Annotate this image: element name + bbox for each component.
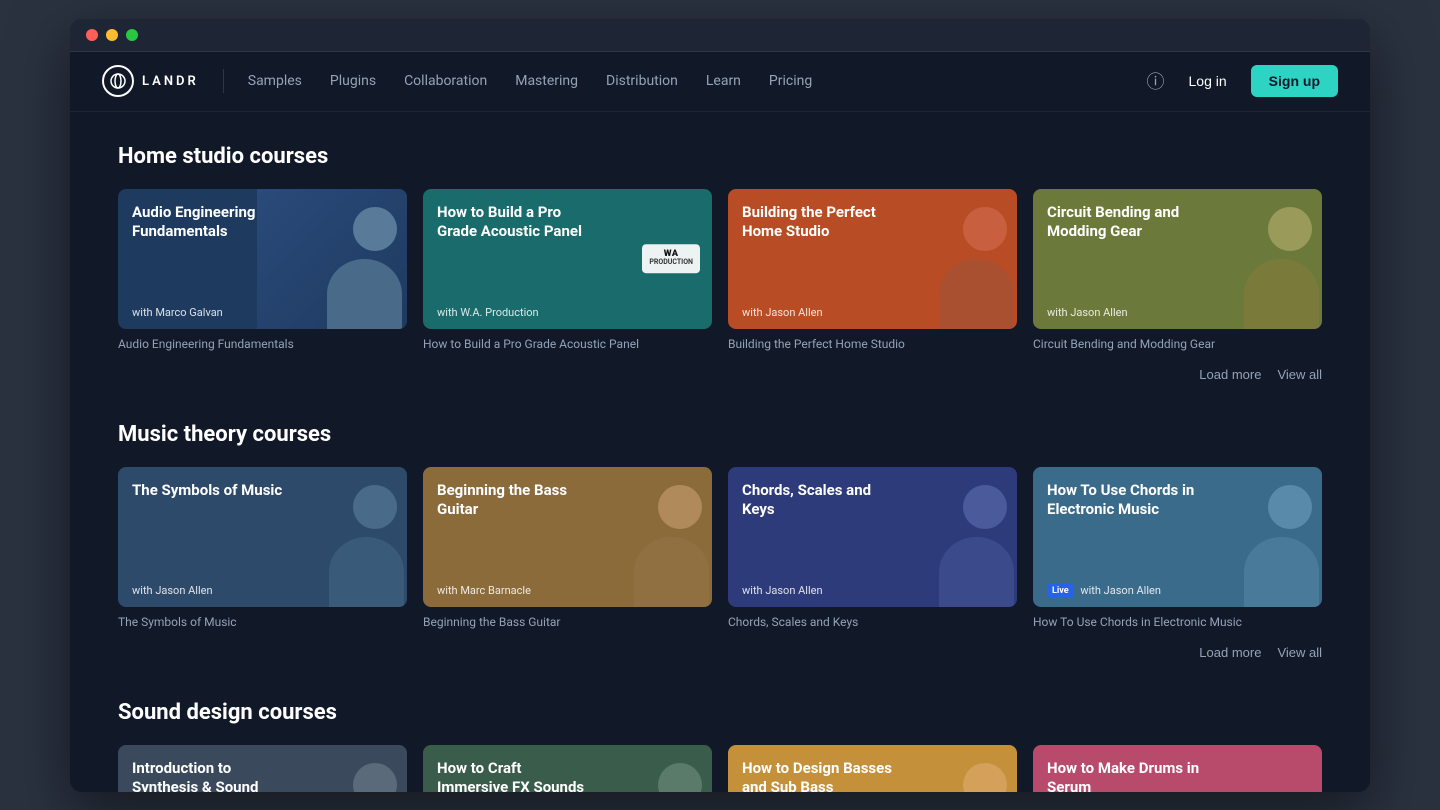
course-thumbnail-acoustic-panel: How to Build a Pro Grade Acoustic Panel … xyxy=(423,189,712,329)
course-card-title: How to Craft Immersive FX Sounds xyxy=(437,759,594,792)
instructor-tag: with Marco Galvan xyxy=(132,306,223,319)
login-button[interactable]: Log in xyxy=(1177,67,1239,95)
course-card-bass-guitar[interactable]: Beginning the Bass Guitar with Marc Barn… xyxy=(423,467,712,629)
course-card-chords-scales[interactable]: Chords, Scales and Keys with Jason Allen… xyxy=(728,467,1017,629)
course-caption: How To Use Chords in Electronic Music xyxy=(1033,615,1322,629)
instructor-tag: with Jason Allen xyxy=(742,306,823,319)
course-caption: Beginning the Bass Guitar xyxy=(423,615,712,629)
course-card-circuit-bending[interactable]: Circuit Bending and Modding Gear with Ja… xyxy=(1033,189,1322,351)
load-more-music-theory[interactable]: Load more xyxy=(1199,645,1261,660)
course-card-chords-electronic[interactable]: How To Use Chords in Electronic Music Li… xyxy=(1033,467,1322,629)
signup-button[interactable]: Sign up xyxy=(1251,65,1338,97)
course-thumbnail: Chords, Scales and Keys with Jason Allen xyxy=(728,467,1017,607)
instructor-tag: with Marc Barnacle xyxy=(437,584,531,597)
course-card-title: Building the Perfect Home Studio xyxy=(742,203,899,242)
courses-grid-home-studio: Audio Engineering Fundamentals with Marc… xyxy=(118,189,1322,351)
course-caption: Building the Perfect Home Studio xyxy=(728,337,1017,351)
section-music-theory: Music theory courses The Symbols of Musi… xyxy=(118,422,1322,660)
course-card-title: Introduction to Synthesis & Sound Design xyxy=(132,759,289,792)
section-sound-design: Sound design courses Introduction to Syn… xyxy=(118,700,1322,792)
course-card-basses[interactable]: How to Design Basses and Sub Bass Live w… xyxy=(728,745,1017,792)
course-thumbnail: How To Use Chords in Electronic Music Li… xyxy=(1033,467,1322,607)
course-card-home-studio[interactable]: Building the Perfect Home Studio with Ja… xyxy=(728,189,1017,351)
instructor-tag: Live with Jason Allen xyxy=(1047,584,1161,597)
course-thumbnail-audio-engineering: Audio Engineering Fundamentals with Marc… xyxy=(118,189,407,329)
course-caption: Chords, Scales and Keys xyxy=(728,615,1017,629)
view-all-music-theory[interactable]: View all xyxy=(1277,645,1322,660)
main-content: Home studio courses Audio Engineering Fu… xyxy=(70,112,1370,792)
navbar: LANDR Samples Plugins Collaboration Mast… xyxy=(70,52,1370,112)
course-card-symbols-of-music[interactable]: The Symbols of Music with Jason Allen Th… xyxy=(118,467,407,629)
nav-collaboration[interactable]: Collaboration xyxy=(404,73,487,89)
course-thumbnail: The Symbols of Music with Jason Allen xyxy=(118,467,407,607)
course-caption: Audio Engineering Fundamentals xyxy=(118,337,407,351)
logo-text: LANDR xyxy=(142,74,199,89)
nav-pricing[interactable]: Pricing xyxy=(769,73,812,89)
section-title-sound-design: Sound design courses xyxy=(118,700,1322,725)
course-card-title: Audio Engineering Fundamentals xyxy=(132,203,289,242)
course-card-acoustic-panel[interactable]: How to Build a Pro Grade Acoustic Panel … xyxy=(423,189,712,351)
course-card-synthesis[interactable]: Introduction to Synthesis & Sound Design… xyxy=(118,745,407,792)
nav-links: Samples Plugins Collaboration Mastering … xyxy=(248,73,1147,89)
course-card-title: How to Design Basses and Sub Bass xyxy=(742,759,899,792)
course-caption: The Symbols of Music xyxy=(118,615,407,629)
course-caption: How to Build a Pro Grade Acoustic Panel xyxy=(423,337,712,351)
live-badge: Live xyxy=(1047,584,1074,598)
course-thumbnail: Beginning the Bass Guitar with Marc Barn… xyxy=(423,467,712,607)
nav-divider xyxy=(223,69,224,93)
course-thumbnail: How to Craft Immersive FX Sounds Live wi… xyxy=(423,745,712,792)
nav-samples[interactable]: Samples xyxy=(248,73,302,89)
course-thumbnail-home-studio: Building the Perfect Home Studio with Ja… xyxy=(728,189,1017,329)
nav-mastering[interactable]: Mastering xyxy=(515,73,578,89)
instructor-tag: with W.A. Production xyxy=(437,306,539,319)
course-card-title: The Symbols of Music xyxy=(132,481,282,501)
course-thumbnail-circuit-bending: Circuit Bending and Modding Gear with Ja… xyxy=(1033,189,1322,329)
course-thumbnail: How to Make Drums in Serum Live with W.A… xyxy=(1033,745,1322,792)
logo[interactable]: LANDR xyxy=(102,65,199,97)
courses-grid-sound-design: Introduction to Synthesis & Sound Design… xyxy=(118,745,1322,792)
nav-learn[interactable]: Learn xyxy=(706,73,741,89)
section-footer-music-theory: Load more View all xyxy=(118,645,1322,660)
instructor-tag: with Jason Allen xyxy=(1047,306,1128,319)
course-card-title: Circuit Bending and Modding Gear xyxy=(1047,203,1204,242)
instructor-tag: with Jason Allen xyxy=(742,584,823,597)
logo-icon xyxy=(102,65,134,97)
section-home-studio: Home studio courses Audio Engineering Fu… xyxy=(118,144,1322,382)
course-thumbnail: Introduction to Synthesis & Sound Design… xyxy=(118,745,407,792)
courses-grid-music-theory: The Symbols of Music with Jason Allen Th… xyxy=(118,467,1322,629)
nav-actions: ⓘ Log in Sign up xyxy=(1147,65,1338,97)
instructor-tag: with Jason Allen xyxy=(132,584,213,597)
nav-plugins[interactable]: Plugins xyxy=(330,73,376,89)
view-all-home-studio[interactable]: View all xyxy=(1277,367,1322,382)
course-card-title: How to Make Drums in Serum xyxy=(1047,759,1204,792)
course-card-title: How To Use Chords in Electronic Music xyxy=(1047,481,1204,520)
course-card-title: Chords, Scales and Keys xyxy=(742,481,899,520)
info-icon[interactable]: ⓘ xyxy=(1147,68,1165,94)
section-footer-home-studio: Load more View all xyxy=(118,367,1322,382)
course-card-title: Beginning the Bass Guitar xyxy=(437,481,594,520)
load-more-home-studio[interactable]: Load more xyxy=(1199,367,1261,382)
course-card-audio-engineering[interactable]: Audio Engineering Fundamentals with Marc… xyxy=(118,189,407,351)
section-title-home-studio: Home studio courses xyxy=(118,144,1322,169)
course-card-immersive-fx[interactable]: How to Craft Immersive FX Sounds Live wi… xyxy=(423,745,712,792)
course-caption: Circuit Bending and Modding Gear xyxy=(1033,337,1322,351)
nav-distribution[interactable]: Distribution xyxy=(606,73,678,89)
section-title-music-theory: Music theory courses xyxy=(118,422,1322,447)
course-card-title: How to Build a Pro Grade Acoustic Panel xyxy=(437,203,594,242)
course-card-drums-serum[interactable]: How to Make Drums in Serum Live with W.A… xyxy=(1033,745,1322,792)
course-thumbnail: How to Design Basses and Sub Bass Live w… xyxy=(728,745,1017,792)
